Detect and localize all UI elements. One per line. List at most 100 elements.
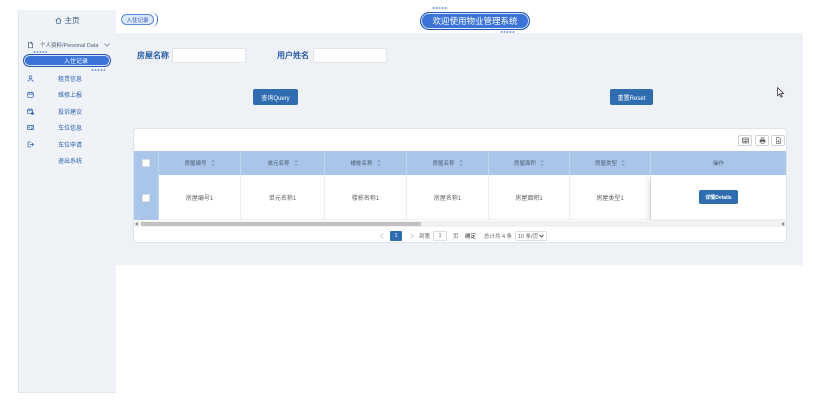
details-button[interactable]: 详情Details (699, 190, 738, 204)
table-row: 房屋编号1 单元名称1 楼栋名称1 房屋名称1 房屋面积1 房屋类型1 详情De… (134, 175, 786, 220)
select-all-cell (134, 151, 159, 175)
decorative-dots (33, 51, 47, 53)
sidebar-item-label: 维修上报 (58, 93, 83, 100)
columns-button[interactable] (738, 135, 752, 146)
sidebar-item-label: 车位信息 (58, 126, 83, 133)
reset-button[interactable]: 重置Reset (610, 89, 653, 105)
page-number-current[interactable]: 1 (390, 231, 402, 241)
print-icon (759, 137, 766, 144)
prev-page-button[interactable] (379, 231, 385, 241)
column-header-label: 房屋名称 (432, 161, 455, 167)
system-title: 欢迎使用物业管理系统 (432, 16, 518, 26)
home-icon (54, 17, 62, 24)
sidebar-item-label: 投诉建议 (58, 109, 83, 116)
row-actions-cell: 详情Details (651, 175, 786, 220)
sidebar: 主页 个人资料/Personal Data 入住记录 租赁信息 维修上报 投诉建… (18, 10, 116, 393)
sidebar-item-complaints[interactable]: 投诉建议 (19, 103, 115, 120)
sidebar-group-personal-data[interactable]: 个人资料/Personal Data (27, 40, 113, 49)
row-checkbox[interactable] (142, 193, 150, 202)
sort-icon[interactable] (540, 160, 544, 166)
sidebar-item-logout[interactable]: 退出系统 (19, 153, 115, 170)
row-select-cell (134, 175, 159, 220)
chevron-down-icon (104, 43, 110, 47)
horizontal-scrollbar[interactable] (134, 221, 786, 227)
table-header: 房屋编号 单元名称 楼栋名称 房屋名称 房屋面积 房屋类型 操作 (134, 151, 786, 175)
sidebar-item-label: 租赁信息 (58, 76, 83, 83)
export-button[interactable] (771, 135, 785, 146)
sidebar-item-checkin-records[interactable]: 入住记录 (23, 54, 111, 67)
column-header-label: 房屋类型 (594, 161, 617, 167)
sidebar-item-parking-application[interactable]: 车位申请 (19, 136, 115, 153)
goto-confirm-button[interactable]: 确定 (465, 231, 476, 241)
page-size-value: 10 条/页 (518, 234, 539, 240)
sidebar-item-repair-report[interactable]: 维修上报 (19, 87, 115, 104)
page-size-select[interactable]: 10 条/页 (515, 231, 547, 241)
sort-icon[interactable] (210, 160, 215, 166)
table-cell: 房屋名称1 (407, 175, 489, 220)
goto-label: 到第 (419, 234, 431, 240)
column-header-label: 操作 (712, 161, 724, 167)
scroll-right-icon[interactable] (782, 222, 785, 226)
chevron-right-icon (410, 233, 414, 239)
column-header-label: 楼栋名称 (350, 161, 373, 167)
tab-current-page[interactable]: 入住记录 (121, 14, 154, 25)
chevron-left-icon (380, 233, 384, 239)
column-header-house-number[interactable]: 房屋编号 (159, 151, 241, 175)
table-cell: 单元名称1 (241, 175, 325, 220)
sidebar-item-rental-info[interactable]: 租赁信息 (19, 70, 115, 87)
chevron-down-icon (539, 234, 544, 238)
home-label: 主页 (64, 15, 80, 25)
print-button[interactable] (755, 135, 769, 146)
sidebar-group-label: 个人资料/Personal Data (40, 42, 99, 49)
table-cell: 房屋类型1 (570, 175, 651, 220)
sidebar-active-item-label: 入住记录 (63, 59, 88, 65)
column-header-house-area[interactable]: 房屋面积 (489, 151, 570, 175)
tab-label: 入住记录 (126, 17, 149, 24)
calendar-clock-icon (27, 108, 34, 115)
column-header-house-type[interactable]: 房屋类型 (570, 151, 651, 175)
house-name-input[interactable] (172, 48, 246, 63)
page-title: 欢迎使用物业管理系统 (420, 12, 530, 30)
user-name-input[interactable] (313, 48, 387, 63)
sidebar-item-label: 车位申请 (58, 142, 83, 149)
mouse-cursor-icon (777, 87, 785, 98)
tab-decoration (151, 12, 158, 27)
column-header-unit-name[interactable]: 单元名称 (241, 151, 325, 175)
column-header-actions: 操作 (651, 151, 786, 175)
id-card-icon (27, 124, 34, 131)
columns-icon (741, 137, 749, 144)
goto-page-input[interactable]: 1 (433, 231, 447, 241)
sort-icon[interactable] (621, 160, 625, 166)
table-cell: 房屋面积1 (489, 175, 570, 220)
column-header-label: 房屋面积 (513, 161, 536, 167)
calendar-icon (27, 91, 34, 98)
user-icon (27, 75, 34, 82)
document-icon (27, 41, 34, 49)
scrollbar-thumb[interactable] (141, 222, 421, 226)
sort-icon[interactable] (293, 160, 298, 166)
house-name-label: 房屋名称 (137, 51, 169, 60)
sort-icon[interactable] (458, 160, 463, 166)
table-cell: 房屋编号1 (159, 175, 241, 220)
sidebar-item-label: 退出系统 (58, 159, 83, 166)
user-name-label: 用户姓名 (277, 51, 309, 60)
column-header-building-name[interactable]: 楼栋名称 (325, 151, 407, 175)
pagination: 1 到第 1 页 确定 总计共 4 条 10 条/页 (134, 231, 786, 241)
table-cell: 楼栋名称1 (325, 175, 407, 220)
select-all-checkbox[interactable] (142, 159, 150, 167)
house-table-panel: 房屋编号 单元名称 楼栋名称 房屋名称 房屋面积 房屋类型 操作 房屋编号1 单… (133, 128, 787, 243)
column-header-house-name[interactable]: 房屋名称 (407, 151, 489, 175)
column-header-label: 单元名称 (267, 161, 290, 167)
sidebar-home-link[interactable]: 主页 (19, 15, 115, 25)
sort-icon[interactable] (376, 160, 381, 166)
page-suffix-label: 页 (453, 234, 459, 240)
decorative-dots (432, 7, 448, 9)
logout-icon (27, 141, 34, 148)
sidebar-nav: 租赁信息 维修上报 投诉建议 车位信息 车位申请 退出系统 (19, 70, 115, 169)
export-icon (775, 137, 782, 144)
next-page-button[interactable] (409, 231, 415, 241)
column-header-label: 房屋编号 (184, 161, 207, 167)
scroll-left-icon[interactable] (135, 222, 138, 226)
query-button[interactable]: 查询Query (253, 89, 298, 105)
sidebar-item-parking-info[interactable]: 车位信息 (19, 120, 115, 137)
